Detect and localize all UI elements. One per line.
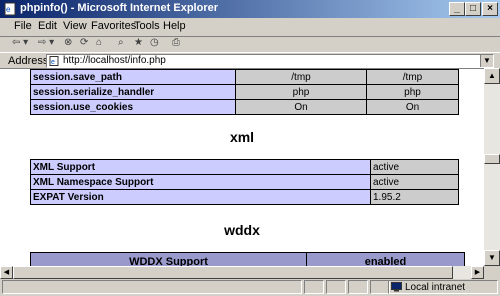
intranet-icon: [391, 282, 402, 292]
table-header-cell: WDDX Support: [30, 252, 307, 266]
favorites-icon[interactable]: ★: [134, 36, 143, 50]
status-bar: Local intranet: [0, 279, 500, 296]
table-cell-key: session.serialize_handler: [30, 84, 236, 100]
menu-view[interactable]: View: [63, 20, 87, 32]
table-cell-master: /tmp: [366, 69, 459, 85]
ie-document-icon: e: [4, 2, 16, 16]
table-cell-value: active: [370, 159, 459, 175]
status-pane: [304, 280, 324, 294]
refresh-icon[interactable]: ⟳: [80, 36, 88, 50]
status-message-pane: [2, 280, 302, 294]
scroll-up-icon[interactable]: ▲: [484, 68, 500, 84]
address-bar: Address e http://localhost/info.php ▼: [0, 52, 500, 69]
scroll-right-icon[interactable]: ▶: [471, 266, 484, 279]
forward-icon[interactable]: ⇨ ▾: [38, 36, 54, 50]
address-url: http://localhost/info.php: [63, 55, 166, 66]
horizontal-scroll-thumb[interactable]: [13, 266, 453, 279]
home-icon[interactable]: ⌂: [96, 36, 102, 50]
table-cell-master: php: [366, 84, 459, 100]
menu-tools[interactable]: Tools: [134, 20, 160, 32]
session-table: session.save_path /tmp /tmp session.seri…: [30, 69, 459, 115]
scroll-thumb[interactable]: [484, 154, 500, 164]
xml-table: XML Support active XML Namespace Support…: [30, 159, 459, 205]
table-cell-key: session.save_path: [30, 69, 236, 85]
menu-file[interactable]: File: [14, 20, 32, 32]
table-row: EXPAT Version 1.95.2: [30, 189, 459, 205]
svg-text:e: e: [51, 59, 55, 66]
table-cell-local: On: [235, 99, 367, 115]
page-content: session.save_path /tmp /tmp session.seri…: [0, 68, 484, 266]
back-icon[interactable]: ⇦ ▾: [12, 36, 28, 50]
status-pane: [326, 280, 346, 294]
close-button[interactable]: ×: [482, 2, 498, 16]
address-dropdown-icon[interactable]: ▼: [480, 55, 493, 67]
horizontal-scrollbar[interactable]: ◀ ▶: [0, 266, 484, 279]
address-label: Address: [8, 55, 49, 67]
print-icon[interactable]: ⎙: [172, 36, 180, 50]
window-title: phpinfo() - Microsoft Internet Explorer: [20, 2, 218, 14]
history-icon[interactable]: ◷: [150, 36, 159, 50]
scroll-down-icon[interactable]: ▼: [484, 250, 500, 266]
svg-text:e: e: [6, 5, 11, 14]
table-row: session.save_path /tmp /tmp: [30, 69, 459, 85]
table-cell-key: session.use_cookies: [30, 99, 236, 115]
page-icon: e: [49, 56, 59, 66]
zone-label: Local intranet: [405, 282, 466, 293]
maximize-button[interactable]: □: [465, 2, 481, 16]
menu-help[interactable]: Help: [163, 20, 186, 32]
table-row: XML Namespace Support active: [30, 174, 459, 190]
wddx-table: WDDX Support enabled: [30, 252, 465, 266]
status-pane: [348, 280, 368, 294]
minimize-button[interactable]: _: [449, 2, 465, 16]
table-row: session.use_cookies On On: [30, 99, 459, 115]
menu-bar: File Edit View Favorites Tools Help: [0, 18, 500, 37]
table-cell-value: 1.95.2: [370, 189, 459, 205]
zone-pane: Local intranet: [388, 280, 498, 294]
stop-icon[interactable]: ⊗: [64, 36, 72, 50]
scroll-left-icon[interactable]: ◀: [0, 266, 13, 279]
table-header-row: WDDX Support enabled: [30, 252, 465, 266]
status-pane: [370, 280, 390, 294]
table-cell-local: /tmp: [235, 69, 367, 85]
search-icon[interactable]: ⌕: [118, 36, 124, 50]
table-row: XML Support active: [30, 159, 459, 175]
vertical-scrollbar[interactable]: ▲ ▼: [484, 68, 500, 266]
table-header-cell: enabled: [306, 252, 465, 266]
address-input[interactable]: e http://localhost/info.php ▼: [46, 54, 494, 68]
menu-edit[interactable]: Edit: [38, 20, 57, 32]
table-cell-master: On: [366, 99, 459, 115]
table-cell-value: active: [370, 174, 459, 190]
table-cell-key: XML Support: [30, 159, 371, 175]
title-bar[interactable]: e phpinfo() - Microsoft Internet Explore…: [0, 0, 500, 18]
table-row: session.serialize_handler php php: [30, 84, 459, 100]
table-cell-key: EXPAT Version: [30, 189, 371, 205]
table-cell-key: XML Namespace Support: [30, 174, 371, 190]
table-cell-local: php: [235, 84, 367, 100]
menu-favorites[interactable]: Favorites: [91, 20, 136, 32]
section-title-wddx: wddx: [224, 222, 260, 238]
toolbar: ⇦ ▾ ⇨ ▾ ⊗ ⟳ ⌂ ⌕ ★ ◷ ⎙: [0, 36, 500, 52]
section-title-xml: xml: [229, 129, 255, 145]
